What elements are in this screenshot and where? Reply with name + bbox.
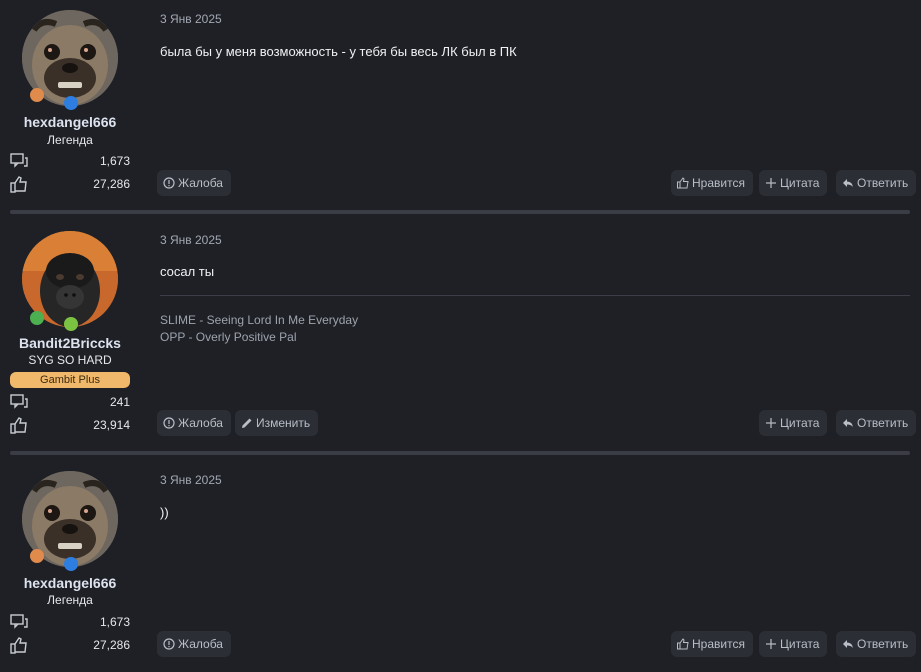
signature-line: SLIME - Seeing Lord In Me Everyday bbox=[160, 313, 359, 327]
info-circle-icon bbox=[163, 417, 175, 429]
user-title: SYG SO HARD bbox=[28, 353, 112, 367]
reactions-count: 27,286 bbox=[93, 638, 130, 652]
reply-button[interactable]: Ответить bbox=[836, 170, 917, 196]
shield-badge-icon bbox=[64, 557, 78, 571]
messages-count: 1,673 bbox=[99, 154, 130, 168]
plus-icon bbox=[766, 418, 776, 428]
user-avatar[interactable] bbox=[22, 10, 118, 110]
chat-bubbles-icon bbox=[10, 394, 28, 409]
info-circle-icon bbox=[163, 638, 175, 650]
edit-button[interactable]: Изменить bbox=[235, 410, 319, 436]
quote-label: Цитата bbox=[780, 416, 820, 430]
user-banner: Gambit Plus bbox=[10, 372, 130, 388]
reply-arrow-icon bbox=[843, 419, 853, 427]
pencil-icon bbox=[242, 418, 252, 428]
reply-button[interactable]: Ответить bbox=[836, 410, 917, 436]
like-label: Нравится bbox=[692, 637, 745, 651]
post-date[interactable]: 3 Янв 2025 bbox=[160, 233, 222, 247]
quote-button[interactable]: Цитата bbox=[759, 170, 828, 196]
post-separator bbox=[10, 451, 910, 455]
reply-label: Ответить bbox=[857, 416, 909, 430]
post-message: была бы у меня возможность - у тебя бы в… bbox=[160, 44, 517, 59]
user-title: Легенда bbox=[47, 133, 93, 147]
thumbs-up-icon bbox=[10, 417, 27, 434]
reactions-count: 23,914 bbox=[93, 418, 130, 432]
quote-label: Цитата bbox=[780, 176, 820, 190]
quote-button[interactable]: Цитата bbox=[759, 410, 828, 436]
like-button[interactable]: Нравится bbox=[671, 170, 753, 196]
thumbs-up-icon bbox=[677, 638, 689, 650]
rank-badge-icon bbox=[30, 549, 44, 563]
username[interactable]: hexdangel666 bbox=[0, 575, 140, 591]
messages-count: 241 bbox=[109, 395, 130, 409]
report-button[interactable]: Жалоба bbox=[157, 631, 231, 657]
edit-label: Изменить bbox=[256, 416, 311, 430]
plus-icon bbox=[766, 639, 776, 649]
username[interactable]: Bandit2Briccks bbox=[0, 335, 140, 351]
messages-stat: 1,673 bbox=[10, 613, 130, 631]
reactions-stat: 27,286 bbox=[10, 175, 130, 193]
report-button[interactable]: Жалоба bbox=[157, 170, 231, 196]
signature-line: OPP - Overly Positive Pal bbox=[160, 330, 297, 344]
messages-count: 1,673 bbox=[99, 615, 130, 629]
like-button[interactable]: Нравится bbox=[671, 631, 753, 657]
quote-button[interactable]: Цитата bbox=[759, 631, 828, 657]
user-avatar[interactable] bbox=[22, 471, 118, 571]
user-title: Легенда bbox=[47, 593, 93, 607]
report-button[interactable]: Жалоба bbox=[157, 410, 231, 436]
post-date[interactable]: 3 Янв 2025 bbox=[160, 473, 222, 487]
quote-label: Цитата bbox=[780, 637, 820, 651]
messages-stat: 241 bbox=[10, 393, 130, 411]
post-message: )) bbox=[160, 505, 169, 520]
rank-badge-icon bbox=[30, 88, 44, 102]
reactions-stat: 23,914 bbox=[10, 416, 130, 434]
thumbs-up-icon bbox=[677, 177, 689, 189]
like-label: Нравится bbox=[692, 176, 745, 190]
status-badge-icon bbox=[64, 317, 78, 331]
reply-arrow-icon bbox=[843, 640, 853, 648]
reply-button[interactable]: Ответить bbox=[836, 631, 917, 657]
post-separator bbox=[10, 210, 910, 214]
reply-label: Ответить bbox=[857, 637, 909, 651]
plus-icon bbox=[766, 178, 776, 188]
post-message: сосал ты bbox=[160, 264, 215, 279]
reply-arrow-icon bbox=[843, 179, 853, 187]
report-label: Жалоба bbox=[178, 637, 223, 651]
award-badge-icon bbox=[30, 311, 44, 325]
thumbs-up-icon bbox=[10, 176, 27, 193]
reactions-stat: 27,286 bbox=[10, 636, 130, 654]
shield-badge-icon bbox=[64, 96, 78, 110]
username[interactable]: hexdangel666 bbox=[0, 114, 140, 130]
signature-divider bbox=[160, 295, 910, 296]
post-date[interactable]: 3 Янв 2025 bbox=[160, 12, 222, 26]
user-avatar[interactable] bbox=[22, 231, 118, 331]
reply-label: Ответить bbox=[857, 176, 909, 190]
thumbs-up-icon bbox=[10, 637, 27, 654]
messages-stat: 1,673 bbox=[10, 152, 130, 170]
chat-bubbles-icon bbox=[10, 153, 28, 168]
report-label: Жалоба bbox=[178, 176, 223, 190]
chat-bubbles-icon bbox=[10, 614, 28, 629]
report-label: Жалоба bbox=[178, 416, 223, 430]
reactions-count: 27,286 bbox=[93, 177, 130, 191]
info-circle-icon bbox=[163, 177, 175, 189]
